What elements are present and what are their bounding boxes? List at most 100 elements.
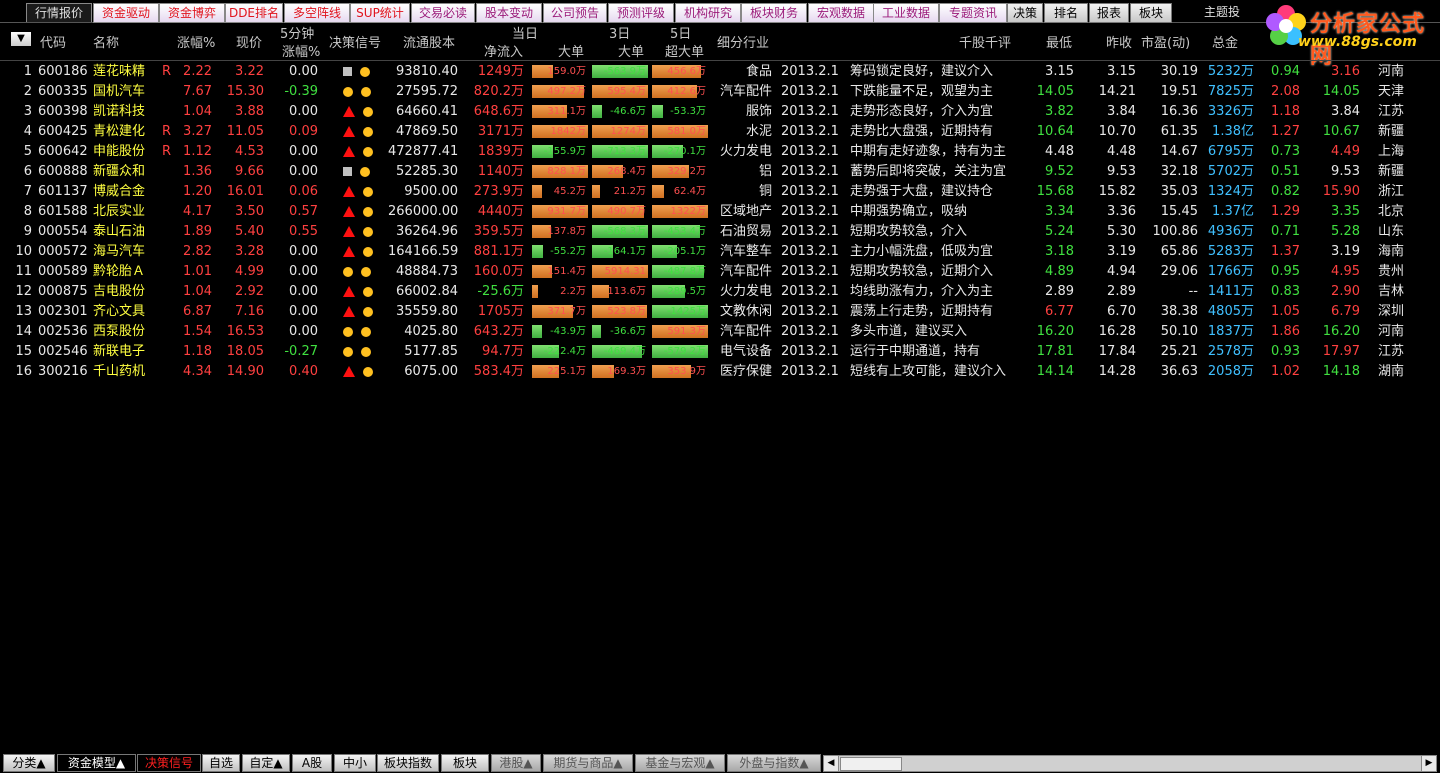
bottom-tab-3[interactable]: 自选 <box>202 754 240 772</box>
top-tab-9[interactable]: 预测评级 <box>608 3 674 23</box>
top-tab-16[interactable]: 排名 <box>1044 3 1088 23</box>
table-row[interactable]: 12 000875 吉电股份 1.04 2.92 0.00 66002.84 -25.6万 2.… <box>0 282 1440 302</box>
super-big-bar: 456.6万 <box>652 65 708 78</box>
col-comment[interactable]: 千股千评 <box>959 32 1011 51</box>
change-pct: 1.12 <box>183 144 212 159</box>
open-price: 14.05 <box>1322 84 1360 99</box>
table-row[interactable]: 6 600888 新疆众和 1.36 9.66 0.00 52285.30 1140万 828.… <box>0 162 1440 182</box>
low-price: 6.77 <box>1045 304 1074 319</box>
big-order-bar: 1842万 <box>532 125 588 138</box>
bottom-tab-7[interactable]: 板块指数 <box>377 754 439 772</box>
stock-code: 601588 <box>38 204 88 219</box>
col-5min-b[interactable]: 涨幅% <box>282 41 320 60</box>
top-tab-5[interactable]: SUP统计 <box>350 3 410 23</box>
col-3day[interactable]: 3日 <box>609 23 630 42</box>
top-tab-7[interactable]: 股本变动 <box>476 3 542 23</box>
net-inflow: 94.7万 <box>482 344 524 359</box>
industry: 区域地产 <box>719 204 772 219</box>
col-pe[interactable]: 市盈(动) <box>1141 32 1190 51</box>
bottom-tab-0[interactable]: 分类▲ <box>3 754 55 772</box>
col-5min-a[interactable]: 5分钟 <box>280 23 314 42</box>
col-total-amount[interactable]: 总金 <box>1212 32 1238 51</box>
table-row[interactable]: 5 600642 申能股份 R 1.12 4.53 0.00 472877.41 1839万 -1… <box>0 142 1440 162</box>
table-row[interactable]: 4 600425 青松建化 R 3.27 11.05 0.09 47869.50 3171万 18… <box>0 122 1440 142</box>
change-pct: 1.36 <box>183 164 212 179</box>
scroll-right-icon[interactable]: ▶ <box>1421 756 1436 771</box>
table-row[interactable]: 10 000572 海马汽车 2.82 3.28 0.00 164166.59 881.1万 -… <box>0 242 1440 262</box>
col-industry[interactable]: 细分行业 <box>717 32 769 51</box>
col-prev-close[interactable]: 昨收 <box>1106 32 1132 51</box>
col-net-inflow[interactable]: 净流入 <box>484 41 523 60</box>
bottom-tab-8[interactable]: 板块 <box>441 754 489 772</box>
circle-signal-icon <box>363 286 373 297</box>
volume-ratio: 0.71 <box>1271 224 1300 239</box>
bottom-tab-9[interactable]: 港股▲ <box>491 754 541 772</box>
bottom-tab-10[interactable]: 期货与商品▲ <box>543 754 633 772</box>
bottom-tab-1[interactable]: 资金模型▲ <box>57 754 136 772</box>
top-tab-0[interactable]: 行情报价 <box>26 3 92 22</box>
bottom-tab-2[interactable]: 决策信号 <box>137 754 201 772</box>
scroll-thumb[interactable] <box>840 757 902 771</box>
top-tab-6[interactable]: 交易必读 <box>411 3 475 23</box>
pe-ratio: 61.35 <box>1160 124 1198 139</box>
bottom-tab-6[interactable]: 中小 <box>334 754 376 772</box>
col-low[interactable]: 最低 <box>1046 32 1072 51</box>
col-signal[interactable]: 决策信号 <box>329 32 381 51</box>
super-big-bar-fill <box>652 185 664 198</box>
top-tab-11[interactable]: 板块财务 <box>741 3 807 23</box>
three-day-bar: 5914.31 <box>592 265 648 278</box>
col-code[interactable]: 代码 <box>40 32 66 51</box>
top-tab-19[interactable]: 主题投 <box>1200 3 1244 21</box>
open-price: 4.95 <box>1331 264 1360 279</box>
table-row[interactable]: 8 601588 北辰实业 4.17 3.50 0.57 266000.00 4440万 931… <box>0 202 1440 222</box>
bottom-tab-11[interactable]: 基金与宏观▲ <box>635 754 725 772</box>
stock-comment: 均线助涨有力，介入为主 <box>850 284 994 299</box>
top-tab-4[interactable]: 多空阵线 <box>284 3 350 23</box>
scroll-left-icon[interactable]: ◀ <box>824 756 839 771</box>
table-row[interactable]: 3 600398 凯诺科技 1.04 3.88 0.00 64660.41 648.6万 311… <box>0 102 1440 122</box>
table-row[interactable]: 11 000589 黔轮胎Ａ 1.01 4.99 0.00 48884.73 160.0万 15… <box>0 262 1440 282</box>
col-change-pct[interactable]: 涨幅% <box>177 32 215 51</box>
volume-ratio: 1.18 <box>1271 104 1300 119</box>
table-row[interactable]: 13 002301 齐心文具 6.87 7.16 0.00 35559.80 1705万 371… <box>0 302 1440 322</box>
triangle-signal-icon <box>343 206 355 217</box>
top-tab-15[interactable]: 决策 <box>1007 3 1043 23</box>
col-big-order[interactable]: 大单 <box>558 41 584 60</box>
top-tab-17[interactable]: 报表 <box>1089 3 1129 23</box>
col-price[interactable]: 现价 <box>236 32 262 51</box>
top-tab-14[interactable]: 专题资讯 <box>939 3 1007 23</box>
bottom-tab-12[interactable]: 外盘与指数▲ <box>727 754 821 772</box>
top-tab-8[interactable]: 公司预告 <box>543 3 607 23</box>
col-name[interactable]: 名称 <box>93 32 119 51</box>
top-tab-12[interactable]: 宏观数据 <box>808 3 874 23</box>
top-tab-1[interactable]: 资金驱动 <box>93 3 159 23</box>
column-menu-button[interactable]: ▼ <box>11 32 31 46</box>
change-pct: 1.20 <box>183 184 212 199</box>
total-amount: 1837万 <box>1207 324 1254 339</box>
table-row[interactable]: 15 002546 新联电子 1.18 18.05 -0.27 5177.85 94.7万 -2… <box>0 342 1440 362</box>
col-3day-big[interactable]: 大单 <box>618 41 644 60</box>
bottom-tab-4[interactable]: 自定▲ <box>242 754 290 772</box>
top-tab-13[interactable]: 工业数据 <box>873 3 939 23</box>
col-5day[interactable]: 5日 <box>670 23 691 42</box>
top-tab-10[interactable]: 机构研究 <box>675 3 741 23</box>
col-today[interactable]: 当日 <box>512 23 538 42</box>
five-min-change: 0.00 <box>289 64 318 79</box>
top-tab-18[interactable]: 板块 <box>1130 3 1172 23</box>
table-row[interactable]: 2 600335 国机汽车 7.67 15.30 -0.39 27595.72 820.2万 4… <box>0 82 1440 102</box>
col-super-big[interactable]: 超大单 <box>665 41 704 60</box>
table-row[interactable]: 9 000554 泰山石油 1.89 5.40 0.55 36264.96 359.5万 137… <box>0 222 1440 242</box>
top-tab-3[interactable]: DDE排名 <box>225 3 283 23</box>
bottom-tab-5[interactable]: A股 <box>292 754 332 772</box>
volume-ratio: 1.37 <box>1271 244 1300 259</box>
industry: 火力发电 <box>719 284 772 299</box>
stock-code: 002536 <box>38 324 88 339</box>
table-row[interactable]: 16 300216 千山药机 4.34 14.90 0.40 6075.00 583.4万 22… <box>0 362 1440 382</box>
big-order-bar-fill <box>532 325 543 338</box>
col-float-shares[interactable]: 流通股本 <box>403 32 455 51</box>
horizontal-scrollbar[interactable]: ◀ ▶ <box>823 755 1437 772</box>
table-row[interactable]: 1 600186 莲花味精 R 2.22 3.22 0.00 93810.40 1249万 159… <box>0 62 1440 82</box>
top-tab-2[interactable]: 资金博弈 <box>159 3 225 23</box>
table-row[interactable]: 14 002536 西泵股份 1.54 16.53 0.00 4025.80 643.2万 -4… <box>0 322 1440 342</box>
table-row[interactable]: 7 601137 博威合金 1.20 16.01 0.06 9500.00 273.9万 45.… <box>0 182 1440 202</box>
